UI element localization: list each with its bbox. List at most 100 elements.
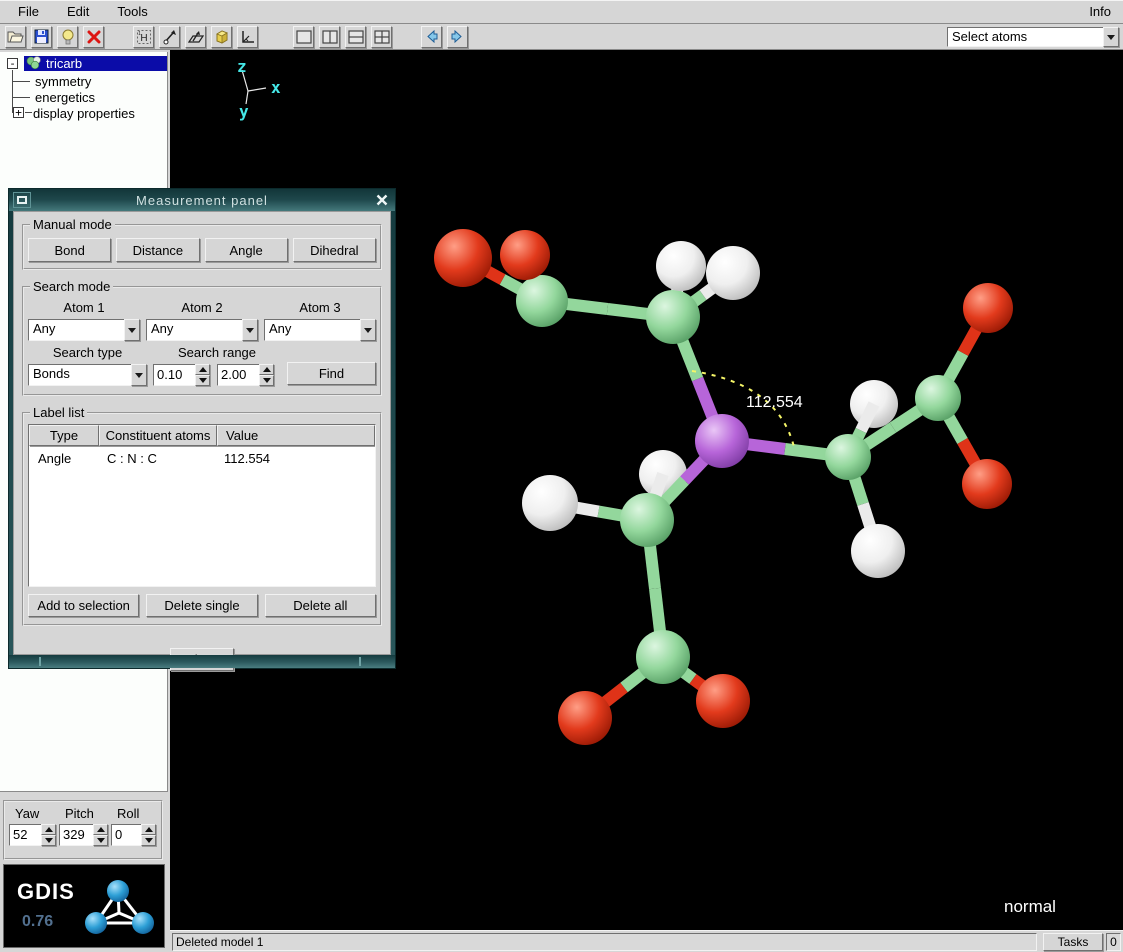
find-button[interactable]: Find xyxy=(287,362,376,385)
atom-C[interactable] xyxy=(636,630,690,684)
column-value[interactable]: Value xyxy=(217,425,375,446)
solid-render-button[interactable] xyxy=(211,26,232,48)
delete-all-button[interactable]: Delete all xyxy=(265,594,376,617)
label-list-frame: Label list Type Constituent atoms Value … xyxy=(22,412,382,626)
atom-O[interactable] xyxy=(500,230,550,280)
range-min-value[interactable]: 0.10 xyxy=(153,364,195,386)
spin-up-icon[interactable] xyxy=(195,364,210,375)
close-window-button[interactable] xyxy=(373,192,391,208)
atom-O[interactable] xyxy=(696,674,750,728)
chevron-down-icon[interactable] xyxy=(1103,27,1119,47)
tree-item-tricarb[interactable]: tricarb xyxy=(24,56,167,71)
distance-button[interactable]: Distance xyxy=(116,238,199,262)
pane-hsplit-button[interactable] xyxy=(345,26,366,48)
add-to-selection-button[interactable]: Add to selection xyxy=(28,594,139,617)
atom2-value[interactable]: Any xyxy=(146,319,242,341)
spin-up-icon[interactable] xyxy=(259,364,274,375)
atom-O[interactable] xyxy=(434,229,492,287)
table-row[interactable]: Angle C : N : C 112.554 xyxy=(29,451,375,466)
atom2-select[interactable]: Any xyxy=(146,319,258,341)
window-menu-button[interactable] xyxy=(13,192,31,208)
window-icon xyxy=(17,196,27,204)
measurement-panel-window: Measurement panel Manual mode Bond Dista… xyxy=(8,188,396,669)
tree-item-symmetry[interactable]: symmetry xyxy=(35,74,91,89)
pane-quad-button[interactable] xyxy=(371,26,392,48)
select-atoms-combo[interactable]: Select atoms xyxy=(947,27,1119,47)
axes-tool-button[interactable] xyxy=(237,26,258,48)
menu-file[interactable]: File xyxy=(8,2,49,21)
angle-button[interactable]: Angle xyxy=(205,238,288,262)
atom-C[interactable] xyxy=(915,375,961,421)
spin-down-icon[interactable] xyxy=(141,835,156,846)
molecule[interactable] xyxy=(434,229,1013,745)
atom-O[interactable] xyxy=(962,459,1012,509)
range-min-stepper[interactable]: 0.10 xyxy=(153,364,210,386)
measurement-panel-resize-grip[interactable] xyxy=(9,655,395,668)
bond-button[interactable]: Bond xyxy=(28,238,111,262)
menu-edit[interactable]: Edit xyxy=(57,2,99,21)
range-max-stepper[interactable]: 2.00 xyxy=(217,364,274,386)
column-type[interactable]: Type xyxy=(29,425,99,446)
roll-value[interactable]: 0 xyxy=(111,824,141,846)
chevron-down-icon[interactable] xyxy=(360,319,376,341)
chevron-down-icon[interactable] xyxy=(131,364,147,386)
select-atoms-value[interactable]: Select atoms xyxy=(947,27,1103,47)
plane-tool-button[interactable] xyxy=(185,26,206,48)
search-type-value[interactable]: Bonds xyxy=(28,364,131,386)
atom1-select[interactable]: Any xyxy=(28,319,140,341)
measurement-panel-titlebar[interactable]: Measurement panel xyxy=(9,189,395,211)
atom-O[interactable] xyxy=(963,283,1013,333)
atom-H[interactable] xyxy=(522,475,578,531)
atom-O[interactable] xyxy=(558,691,612,745)
atom1-value[interactable]: Any xyxy=(28,319,124,341)
delete-single-button[interactable]: Delete single xyxy=(146,594,257,617)
open-file-button[interactable] xyxy=(5,26,26,48)
atom-C[interactable] xyxy=(825,434,871,480)
atom-C[interactable] xyxy=(646,290,700,344)
tree-item-display-properties[interactable]: display properties xyxy=(33,106,135,121)
atom3-select[interactable]: Any xyxy=(264,319,376,341)
pitch-stepper[interactable]: 329 xyxy=(59,824,108,846)
yaw-stepper[interactable]: 52 xyxy=(9,824,56,846)
search-type-select[interactable]: Bonds xyxy=(28,364,147,386)
pane-single-button[interactable] xyxy=(293,26,314,48)
pitch-value[interactable]: 329 xyxy=(59,824,93,846)
delete-model-button[interactable] xyxy=(83,26,104,48)
spin-down-icon[interactable] xyxy=(195,375,210,386)
chevron-down-icon[interactable] xyxy=(124,319,140,341)
prev-model-button[interactable] xyxy=(421,26,442,48)
tasks-button[interactable]: Tasks xyxy=(1043,933,1103,951)
hydrogen-tool-button[interactable]: H 1 xyxy=(133,26,154,48)
vector-tool-button[interactable] xyxy=(159,26,180,48)
atom-H[interactable] xyxy=(706,246,760,300)
tree-item-energetics[interactable]: energetics xyxy=(35,90,95,105)
atom3-label: Atom 3 xyxy=(264,300,376,315)
atom-C[interactable] xyxy=(516,275,568,327)
spin-up-icon[interactable] xyxy=(41,824,56,835)
chevron-down-icon[interactable] xyxy=(242,319,258,341)
dihedral-button[interactable]: Dihedral xyxy=(293,238,376,262)
atom-H[interactable] xyxy=(656,241,706,291)
label-list-table[interactable]: Type Constituent atoms Value Angle C : N… xyxy=(28,424,376,587)
spin-up-icon[interactable] xyxy=(93,824,108,835)
column-constituent-atoms[interactable]: Constituent atoms xyxy=(99,425,217,446)
atom-C[interactable] xyxy=(620,493,674,547)
collapse-expander[interactable]: - xyxy=(7,58,18,69)
yaw-value[interactable]: 52 xyxy=(9,824,41,846)
spin-down-icon[interactable] xyxy=(41,835,56,846)
menu-tools[interactable]: Tools xyxy=(107,2,157,21)
atom3-value[interactable]: Any xyxy=(264,319,360,341)
next-model-button[interactable] xyxy=(447,26,468,48)
range-max-value[interactable]: 2.00 xyxy=(217,364,259,386)
atom-N[interactable] xyxy=(695,414,749,468)
pane-vsplit-button[interactable] xyxy=(319,26,340,48)
expand-expander[interactable]: + xyxy=(13,107,24,118)
save-button[interactable] xyxy=(31,26,52,48)
help-button[interactable] xyxy=(57,26,78,48)
spin-down-icon[interactable] xyxy=(93,835,108,846)
spin-up-icon[interactable] xyxy=(141,824,156,835)
roll-stepper[interactable]: 0 xyxy=(111,824,156,846)
spin-down-icon[interactable] xyxy=(259,375,274,386)
atom-H[interactable] xyxy=(851,524,905,578)
menu-info[interactable]: Info xyxy=(1083,2,1117,21)
